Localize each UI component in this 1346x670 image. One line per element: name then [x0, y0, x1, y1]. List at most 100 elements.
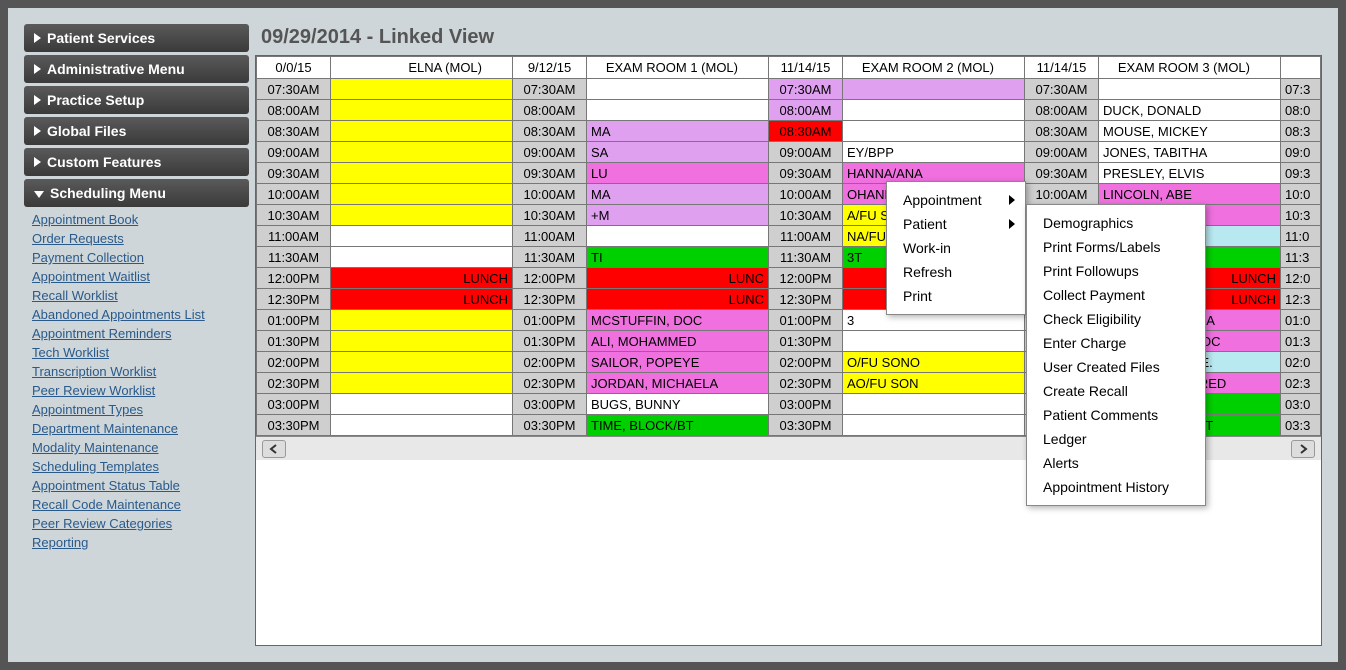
- ctx-item-check-eligibility[interactable]: Check Eligibility: [1027, 307, 1205, 331]
- appointment-cell[interactable]: [1099, 79, 1281, 100]
- ctx-item-appointment-history[interactable]: Appointment History: [1027, 475, 1205, 499]
- appointment-cell[interactable]: [843, 331, 1025, 352]
- appointment-cell[interactable]: BUGS, BUNNY: [587, 394, 769, 415]
- submenu-tech-worklist[interactable]: Tech Worklist: [32, 343, 249, 362]
- appointment-cell[interactable]: JORDAN, MICHAELA: [587, 373, 769, 394]
- appointment-cell[interactable]: LUNC: [587, 268, 769, 289]
- appointment-cell[interactable]: [331, 352, 513, 373]
- nav-section-global-files[interactable]: Global Files: [24, 117, 249, 145]
- nav-section-practice-setup[interactable]: Practice Setup: [24, 86, 249, 114]
- appointment-cell[interactable]: LUNCH: [331, 268, 513, 289]
- appointment-cell[interactable]: EY/BPP: [843, 142, 1025, 163]
- appointment-cell[interactable]: [331, 121, 513, 142]
- appointment-cell[interactable]: AO/FU SON: [843, 373, 1025, 394]
- schedule-row: 09:00AM09:00AMSA09:00AMEY/BPP09:00AMJONE…: [257, 142, 1321, 163]
- appointment-cell[interactable]: MA: [587, 121, 769, 142]
- time-cell-col2: 03:00PM: [513, 394, 587, 415]
- appointment-cell[interactable]: [331, 226, 513, 247]
- context-menu-primary[interactable]: AppointmentPatientWork-inRefreshPrint: [886, 181, 1026, 315]
- ctx-item-ledger[interactable]: Ledger: [1027, 427, 1205, 451]
- submenu-transcription-worklist[interactable]: Transcription Worklist: [32, 362, 249, 381]
- appointment-cell[interactable]: [843, 100, 1025, 121]
- appointment-cell[interactable]: [843, 394, 1025, 415]
- appointment-cell[interactable]: [587, 79, 769, 100]
- submenu-recall-code-maintenance[interactable]: Recall Code Maintenance: [32, 495, 249, 514]
- time-cell-extra: 02:3: [1281, 373, 1321, 394]
- appointment-cell[interactable]: MCSTUFFIN, DOC: [587, 310, 769, 331]
- appointment-cell[interactable]: [331, 100, 513, 121]
- ctx-item-appointment[interactable]: Appointment: [887, 188, 1025, 212]
- submenu-appointment-reminders[interactable]: Appointment Reminders: [32, 324, 249, 343]
- appointment-cell[interactable]: JONES, TABITHA: [1099, 142, 1281, 163]
- ctx-item-patient-comments[interactable]: Patient Comments: [1027, 403, 1205, 427]
- appointment-cell[interactable]: LUNCH: [331, 289, 513, 310]
- ctx-item-print-forms-labels[interactable]: Print Forms/Labels: [1027, 235, 1205, 259]
- ctx-item-work-in[interactable]: Work-in: [887, 236, 1025, 260]
- scroll-right-button[interactable]: [1291, 440, 1315, 458]
- appointment-cell[interactable]: TI: [587, 247, 769, 268]
- appointment-cell[interactable]: [331, 142, 513, 163]
- nav-section-administrative-menu[interactable]: Administrative Menu: [24, 55, 249, 83]
- appointment-cell[interactable]: PRESLEY, ELVIS: [1099, 163, 1281, 184]
- appointment-cell[interactable]: LINCOLN, ABE: [1099, 184, 1281, 205]
- appointment-cell[interactable]: O/FU SONO: [843, 352, 1025, 373]
- appointment-cell[interactable]: +M: [587, 205, 769, 226]
- appointment-cell[interactable]: LUNC: [587, 289, 769, 310]
- ctx-item-user-created-files[interactable]: User Created Files: [1027, 355, 1205, 379]
- ctx-item-print[interactable]: Print: [887, 284, 1025, 308]
- ctx-item-create-recall[interactable]: Create Recall: [1027, 379, 1205, 403]
- nav-section-scheduling-menu[interactable]: Scheduling Menu: [24, 179, 249, 207]
- appointment-cell[interactable]: DUCK, DONALD: [1099, 100, 1281, 121]
- submenu-appointment-types[interactable]: Appointment Types: [32, 400, 249, 419]
- appointment-cell[interactable]: [331, 205, 513, 226]
- chevron-right-icon: [34, 95, 41, 105]
- submenu-reporting[interactable]: Reporting: [32, 533, 249, 552]
- nav-section-custom-features[interactable]: Custom Features: [24, 148, 249, 176]
- appointment-cell[interactable]: [843, 121, 1025, 142]
- appointment-cell[interactable]: TIME, BLOCK/BT: [587, 415, 769, 436]
- ctx-item-enter-charge[interactable]: Enter Charge: [1027, 331, 1205, 355]
- submenu-scheduling-templates[interactable]: Scheduling Templates: [32, 457, 249, 476]
- appointment-cell[interactable]: [587, 100, 769, 121]
- appointment-cell[interactable]: [331, 310, 513, 331]
- ctx-item-patient[interactable]: Patient: [887, 212, 1025, 236]
- submenu-appointment-waitlist[interactable]: Appointment Waitlist: [32, 267, 249, 286]
- appointment-cell[interactable]: [331, 373, 513, 394]
- ctx-item-demographics[interactable]: Demographics: [1027, 211, 1205, 235]
- ctx-item-refresh[interactable]: Refresh: [887, 260, 1025, 284]
- appointment-cell[interactable]: [331, 184, 513, 205]
- appointment-cell[interactable]: [331, 163, 513, 184]
- appointment-cell[interactable]: MOUSE, MICKEY: [1099, 121, 1281, 142]
- appointment-cell[interactable]: [331, 247, 513, 268]
- scroll-left-button[interactable]: [262, 440, 286, 458]
- context-menu-patient[interactable]: DemographicsPrint Forms/LabelsPrint Foll…: [1026, 204, 1206, 506]
- submenu-peer-review-worklist[interactable]: Peer Review Worklist: [32, 381, 249, 400]
- nav-section-patient-services[interactable]: Patient Services: [24, 24, 249, 52]
- appointment-cell[interactable]: ALI, MOHAMMED: [587, 331, 769, 352]
- appointment-cell[interactable]: MA: [587, 184, 769, 205]
- ctx-item-print-followups[interactable]: Print Followups: [1027, 259, 1205, 283]
- submenu-modality-maintenance[interactable]: Modality Maintenance: [32, 438, 249, 457]
- appointment-cell[interactable]: [331, 79, 513, 100]
- submenu-recall-worklist[interactable]: Recall Worklist: [32, 286, 249, 305]
- appointment-cell[interactable]: [843, 415, 1025, 436]
- time-cell-col4: 09:00AM: [1025, 142, 1099, 163]
- submenu-peer-review-categories[interactable]: Peer Review Categories: [32, 514, 249, 533]
- submenu-abandoned-appointments-list[interactable]: Abandoned Appointments List: [32, 305, 249, 324]
- appointment-cell[interactable]: SAILOR, POPEYE: [587, 352, 769, 373]
- submenu-department-maintenance[interactable]: Department Maintenance: [32, 419, 249, 438]
- ctx-item-collect-payment[interactable]: Collect Payment: [1027, 283, 1205, 307]
- appointment-cell[interactable]: [331, 394, 513, 415]
- appointment-cell[interactable]: LU: [587, 163, 769, 184]
- appointment-cell[interactable]: [331, 415, 513, 436]
- submenu-appointment-book[interactable]: Appointment Book: [32, 210, 249, 229]
- schedule-row: 08:00AM08:00AM08:00AM08:00AMDUCK, DONALD…: [257, 100, 1321, 121]
- submenu-appointment-status-table[interactable]: Appointment Status Table: [32, 476, 249, 495]
- submenu-order-requests[interactable]: Order Requests: [32, 229, 249, 248]
- appointment-cell[interactable]: [587, 226, 769, 247]
- appointment-cell[interactable]: SA: [587, 142, 769, 163]
- appointment-cell[interactable]: [331, 331, 513, 352]
- ctx-item-alerts[interactable]: Alerts: [1027, 451, 1205, 475]
- appointment-cell[interactable]: [843, 79, 1025, 100]
- submenu-payment-collection[interactable]: Payment Collection: [32, 248, 249, 267]
